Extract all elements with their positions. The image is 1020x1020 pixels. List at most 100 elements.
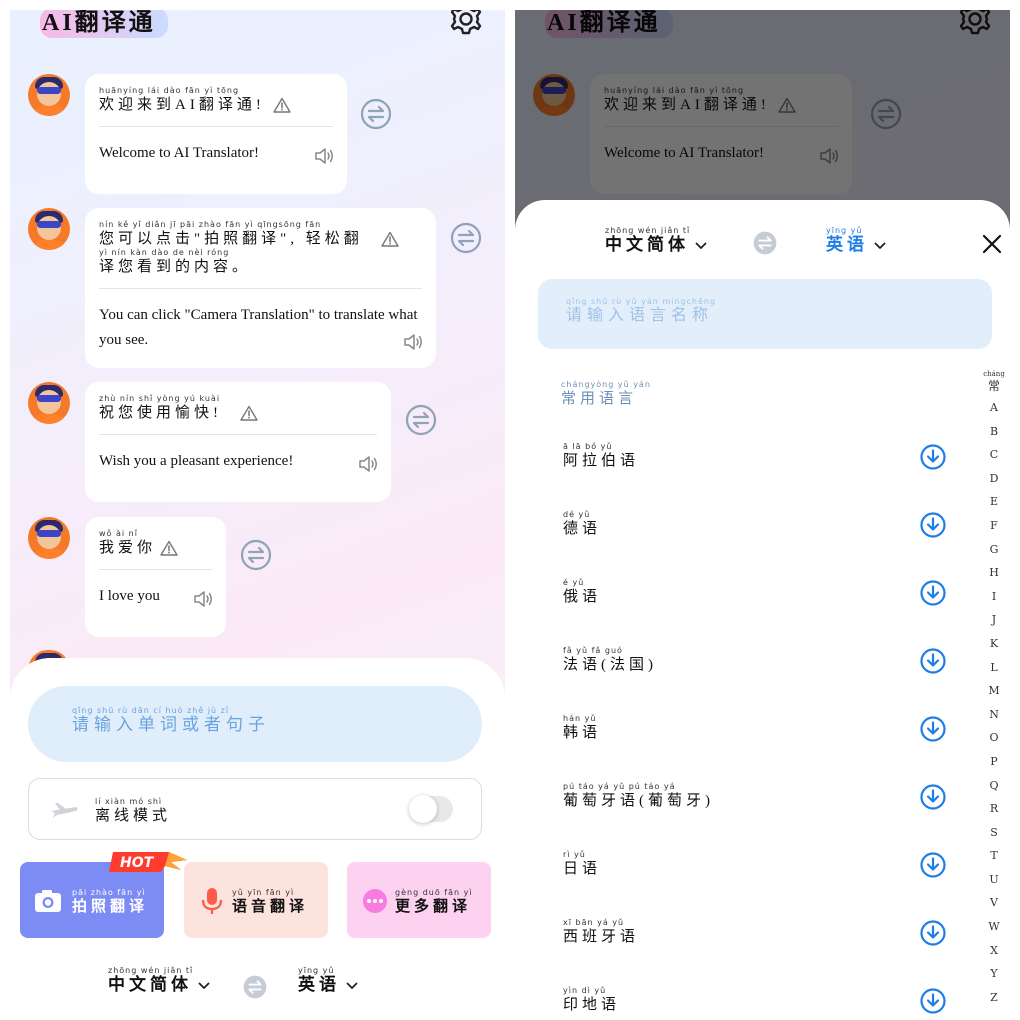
download-icon[interactable] xyxy=(920,444,946,470)
speaker-icon[interactable] xyxy=(357,454,379,474)
index-letter[interactable]: D xyxy=(982,467,1006,491)
warning-icon[interactable] xyxy=(160,540,178,556)
pinyin-text: zhù nín shǐ yòng yú kuài xyxy=(99,394,221,403)
index-letter[interactable]: E xyxy=(982,490,1006,514)
pinyin-text: nín kě yǐ diǎn jī pāi zhào fān yì qīngsō… xyxy=(99,220,322,229)
swap-languages-icon[interactable] xyxy=(752,230,778,256)
language-item[interactable]: é yǔ 俄语 xyxy=(561,578,970,618)
warning-icon[interactable] xyxy=(273,97,291,113)
language-item[interactable]: pú táo yá yǔ pú táo yá 葡萄牙语(葡萄牙) xyxy=(561,782,970,822)
swap-icon[interactable] xyxy=(360,98,392,130)
alphabet-index: cháng 常 A B C D E F G H I J K L M N O P Q… xyxy=(982,368,1006,1009)
download-icon[interactable] xyxy=(920,580,946,606)
download-icon[interactable] xyxy=(920,648,946,674)
divider xyxy=(99,569,212,570)
index-letter[interactable]: T xyxy=(982,844,1006,868)
pinyin-text: fǎ yǔ fǎ guó xyxy=(563,646,623,655)
index-letter[interactable]: J xyxy=(982,608,1006,632)
pinyin-text: hán yǔ xyxy=(563,714,597,723)
speaker-icon[interactable] xyxy=(192,589,214,609)
language-item[interactable]: yìn dì yǔ 印地语 xyxy=(561,986,970,1020)
toggle-knob xyxy=(409,795,437,823)
download-icon[interactable] xyxy=(920,988,946,1014)
language-search-input[interactable]: qǐng shū rù yǔ yán míngchēng 请输入语言名称 xyxy=(538,279,992,349)
language-picker-screen: AI翻译通 huānyíng lái dào fān yì tōng 欢迎来到A… xyxy=(515,10,1010,1020)
index-letter[interactable]: U xyxy=(982,868,1006,892)
index-letter[interactable]: Z xyxy=(982,986,1006,1010)
download-icon[interactable] xyxy=(920,852,946,878)
voice-translate-button[interactable]: yǔ yīn fān yì 语音翻译 xyxy=(184,862,328,938)
index-letter[interactable]: I xyxy=(982,585,1006,609)
microphone-icon xyxy=(201,888,223,914)
index-letter[interactable]: F xyxy=(982,514,1006,538)
index-letter[interactable]: L xyxy=(982,656,1006,680)
language-item[interactable]: ā lā bó yǔ 阿拉伯语 xyxy=(561,442,970,482)
target-language-select[interactable]: yīng yǔ 英语 xyxy=(826,226,886,255)
swap-languages-icon[interactable] xyxy=(242,974,268,1000)
index-label: 常 xyxy=(987,379,1000,393)
index-letter[interactable]: H xyxy=(982,561,1006,585)
language-name: 日语 xyxy=(563,861,602,877)
camera-icon xyxy=(35,890,61,912)
index-letter[interactable]: cháng 常 xyxy=(982,368,1006,396)
text-input[interactable]: qǐng shū rù dān cí huò zhě jù zǐ 请输入单词或者… xyxy=(28,686,482,762)
index-letter[interactable]: K xyxy=(982,632,1006,656)
pinyin-text: yǔ yīn fān yì xyxy=(232,888,295,897)
hot-badge-text: HOT xyxy=(120,855,155,871)
download-icon[interactable] xyxy=(920,784,946,810)
language-item[interactable]: fǎ yǔ fǎ guó 法语(法国) xyxy=(561,646,970,686)
pinyin-text: huānyíng lái dào fān yì tōng xyxy=(99,86,240,95)
gear-icon[interactable] xyxy=(449,10,483,36)
language-bar: zhōng wén jiǎn tǐ 中文简体 yīng yǔ 英语 xyxy=(10,966,505,1006)
index-letter[interactable]: S xyxy=(982,821,1006,845)
chevron-down-icon xyxy=(346,982,358,990)
download-icon[interactable] xyxy=(920,716,946,742)
swap-icon[interactable] xyxy=(405,404,437,436)
warning-icon[interactable] xyxy=(240,405,258,421)
speaker-icon[interactable] xyxy=(313,146,335,166)
index-letter[interactable]: P xyxy=(982,750,1006,774)
language-item[interactable]: rì yǔ 日语 xyxy=(561,850,970,890)
index-letter[interactable]: C xyxy=(982,443,1006,467)
source-language-select[interactable]: zhōng wén jiǎn tǐ 中文简体 xyxy=(108,966,210,995)
placeholder-pinyin: qǐng shū rù yǔ yán míngchēng xyxy=(566,297,717,306)
index-letter[interactable]: W xyxy=(982,915,1006,939)
chevron-down-icon xyxy=(695,242,707,250)
language-item[interactable]: hán yǔ 韩语 xyxy=(561,714,970,754)
chinese-text: 译您看到的内容。 xyxy=(99,259,252,275)
more-dots-icon xyxy=(363,889,387,913)
pinyin-text: yì nín kàn dào de nèi róng xyxy=(99,248,230,257)
index-letter[interactable]: G xyxy=(982,538,1006,562)
swap-icon[interactable] xyxy=(240,539,272,571)
index-letter[interactable]: Q xyxy=(982,774,1006,798)
warning-icon[interactable] xyxy=(381,231,399,247)
index-letter[interactable]: A xyxy=(982,396,1006,420)
airplane-icon xyxy=(51,803,78,818)
offline-toggle[interactable] xyxy=(409,795,453,823)
index-letter[interactable]: R xyxy=(982,797,1006,821)
index-letter[interactable]: V xyxy=(982,891,1006,915)
language-item[interactable]: xī bān yá yǔ 西班牙语 xyxy=(561,918,970,958)
chinese-text: 欢迎来到AI翻译通! xyxy=(99,97,265,113)
avatar xyxy=(28,382,70,424)
pinyin-text: é yǔ xyxy=(563,578,585,587)
chinese-text: 祝您使用愉快! xyxy=(99,405,222,421)
language-item[interactable]: dé yǔ 德语 xyxy=(561,510,970,550)
close-icon[interactable] xyxy=(982,234,1002,254)
index-letter[interactable]: N xyxy=(982,703,1006,727)
index-letter[interactable]: M xyxy=(982,679,1006,703)
index-letter[interactable]: X xyxy=(982,939,1006,963)
download-icon[interactable] xyxy=(920,920,946,946)
speaker-icon[interactable] xyxy=(402,332,424,352)
target-language-label: 英语 xyxy=(298,975,340,994)
index-letter[interactable]: O xyxy=(982,726,1006,750)
offline-mode-row[interactable]: lí xiàn mó shì 离线模式 xyxy=(28,778,482,840)
index-letter[interactable]: Y xyxy=(982,962,1006,986)
index-letter[interactable]: B xyxy=(982,420,1006,444)
more-translate-button[interactable]: gèng duō fān yì 更多翻译 xyxy=(347,862,491,938)
pinyin-text: yìn dì yǔ xyxy=(563,986,607,995)
swap-icon[interactable] xyxy=(450,222,482,254)
download-icon[interactable] xyxy=(920,512,946,538)
source-language-select[interactable]: zhōng wén jiǎn tǐ 中文简体 xyxy=(605,226,707,255)
target-language-select[interactable]: yīng yǔ 英语 xyxy=(298,966,358,995)
